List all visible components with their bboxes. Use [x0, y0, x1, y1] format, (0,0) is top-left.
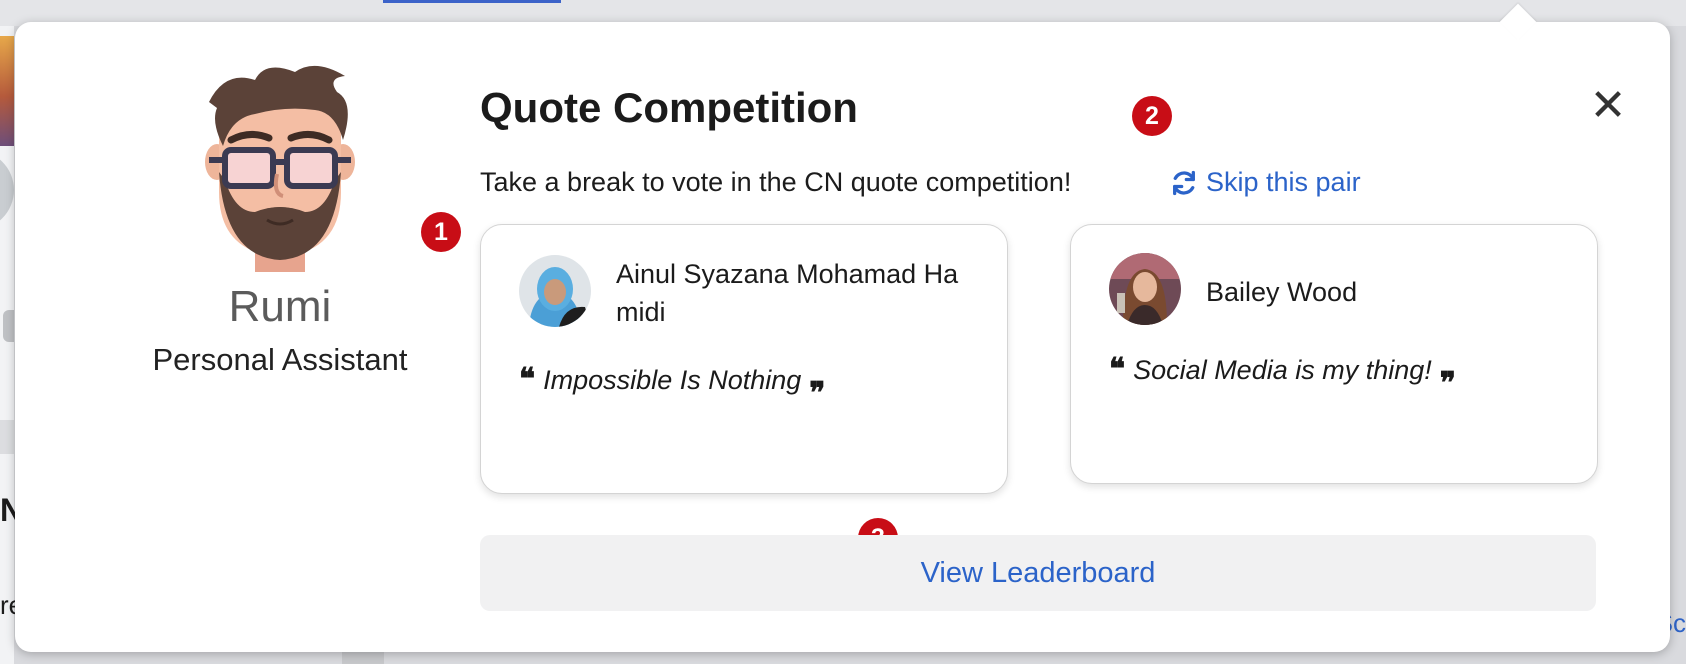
open-quote-icon: ❝ [1109, 353, 1126, 386]
contestant-quote: ❝ Impossible Is Nothing ❞ [519, 365, 825, 409]
close-icon[interactable]: ✕ [1588, 84, 1628, 128]
assistant-panel: Rumi Personal Assistant [95, 62, 465, 378]
assistant-avatar-icon [205, 65, 355, 272]
contestant-name: Bailey Wood [1206, 277, 1358, 307]
background-active-tab-indicator [383, 0, 561, 3]
skip-pair-button[interactable]: Skip this pair [1170, 167, 1361, 198]
avatar [519, 255, 591, 327]
skip-pair-label: Skip this pair [1206, 167, 1361, 197]
avatar [1109, 253, 1181, 325]
assistant-name: Rumi [228, 282, 332, 331]
quote-competition-popup: Rumi Personal Assistant Quote Competitio… [15, 3, 1670, 652]
quote-text: Impossible Is Nothing [543, 365, 802, 395]
view-leaderboard-button[interactable]: View Leaderboard [480, 535, 1596, 611]
contestant-name: Ainul Syazana Mohamad Hamidi [616, 259, 959, 327]
background-pill [3, 310, 14, 342]
assistant-role: Personal Assistant [152, 342, 408, 377]
refresh-icon [1173, 170, 1195, 195]
popup-subtitle: Take a break to vote in the CN quote com… [480, 167, 1072, 197]
quote-text: Social Media is my thing! [1133, 355, 1432, 385]
tour-marker-1: 1 [421, 212, 461, 252]
background-photo [0, 36, 14, 146]
quote-card-1[interactable]: Ainul Syazana Mohamad Hamidi ❝ Impossibl… [480, 224, 1008, 494]
popup-title: Quote Competition [480, 84, 858, 131]
close-quote-icon: ❞ [1439, 367, 1456, 400]
tour-marker-2: 2 [1132, 96, 1172, 136]
contestant-quote: ❝ Social Media is my thing! ❞ [1109, 355, 1456, 399]
close-quote-icon: ❞ [809, 377, 826, 410]
background-band [0, 420, 14, 454]
quote-card-2[interactable]: Bailey Wood ❝ Social Media is my thing! … [1070, 224, 1598, 484]
open-quote-icon: ❝ [519, 363, 536, 396]
